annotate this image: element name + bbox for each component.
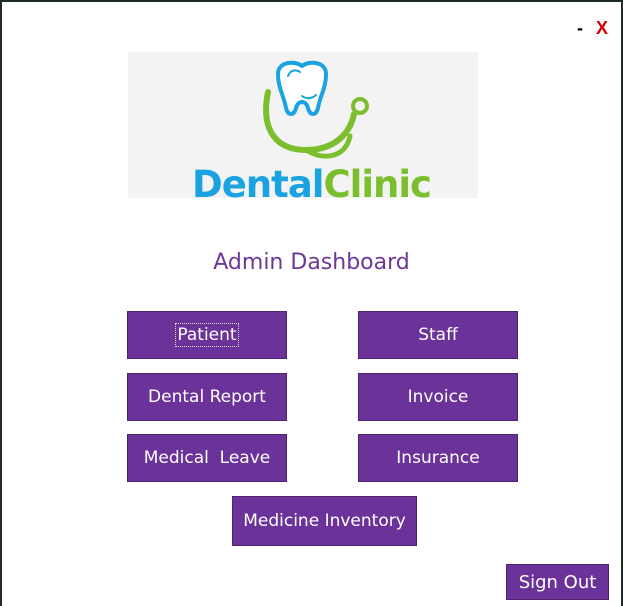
minimize-button[interactable]: - <box>577 18 583 38</box>
invoice-button[interactable]: Invoice <box>358 373 518 421</box>
staff-button-label: Staff <box>418 325 458 345</box>
patient-button[interactable]: Patient <box>127 311 287 359</box>
logo-wordmark: DentalClinic <box>192 163 432 206</box>
page-title: Admin Dashboard <box>213 250 410 275</box>
dental-clinic-logo: DentalClinic <box>128 52 478 206</box>
staff-button[interactable]: Staff <box>358 311 518 359</box>
logo-text-clinic: Clinic <box>323 163 432 206</box>
insurance-button[interactable]: Insurance <box>358 434 518 482</box>
medical-leave-button-label: Medical Leave <box>143 448 271 468</box>
sign-out-button[interactable]: Sign Out <box>506 564 609 600</box>
insurance-button-label: Insurance <box>396 448 480 468</box>
invoice-button-label: Invoice <box>407 387 469 407</box>
admin-dashboard-window: - X DentalClinic Admin Dashboard Patient… <box>2 2 621 606</box>
sign-out-button-label: Sign Out <box>518 571 597 593</box>
logo-text-dental: Dental <box>192 163 324 206</box>
medicine-inventory-button[interactable]: Medicine Inventory <box>232 496 417 546</box>
close-button[interactable]: X <box>596 18 608 38</box>
medicine-inventory-button-label: Medicine Inventory <box>243 511 406 531</box>
dental-report-button[interactable]: Dental Report <box>127 373 287 421</box>
medical-leave-button[interactable]: Medical Leave <box>127 434 287 482</box>
patient-button-label: Patient <box>175 323 239 347</box>
dental-report-button-label: Dental Report <box>148 387 266 407</box>
